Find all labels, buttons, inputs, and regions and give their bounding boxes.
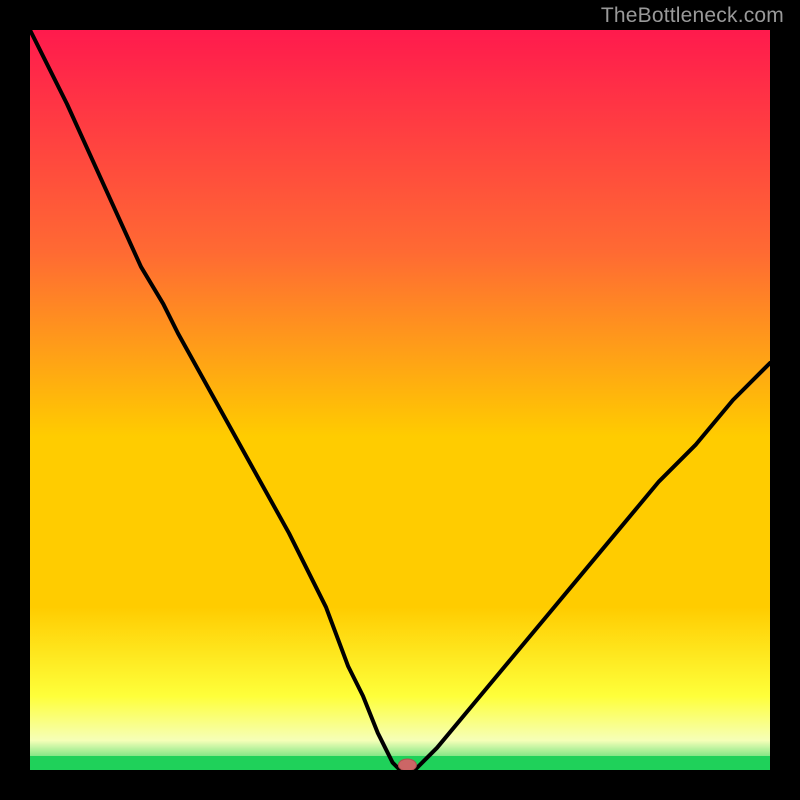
- watermark-text: TheBottleneck.com: [601, 4, 784, 28]
- chart-container: TheBottleneck.com: [0, 0, 800, 800]
- gradient-background: [30, 30, 770, 770]
- chart-svg: [30, 30, 770, 770]
- optimum-marker: [398, 759, 416, 770]
- plot-area: [30, 30, 770, 770]
